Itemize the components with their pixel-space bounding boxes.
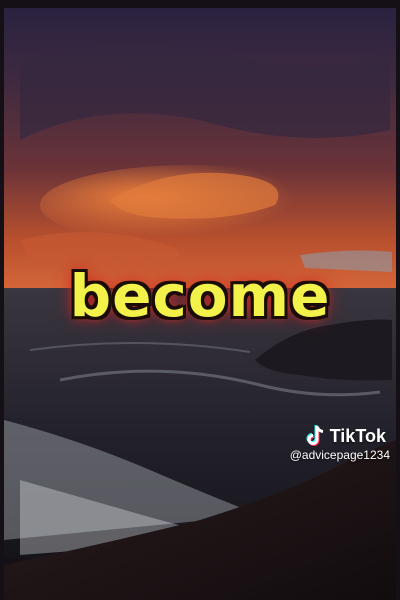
tiktok-watermark: TikTok: [304, 424, 386, 448]
creator-handle: @advicepage1234: [289, 448, 390, 462]
caption-text: become: [69, 262, 331, 330]
tiktok-brand-text: TikTok: [329, 425, 386, 446]
video-frame: become TikTok @advicepage1234: [0, 0, 400, 600]
tiktok-logo-icon: [306, 425, 323, 446]
